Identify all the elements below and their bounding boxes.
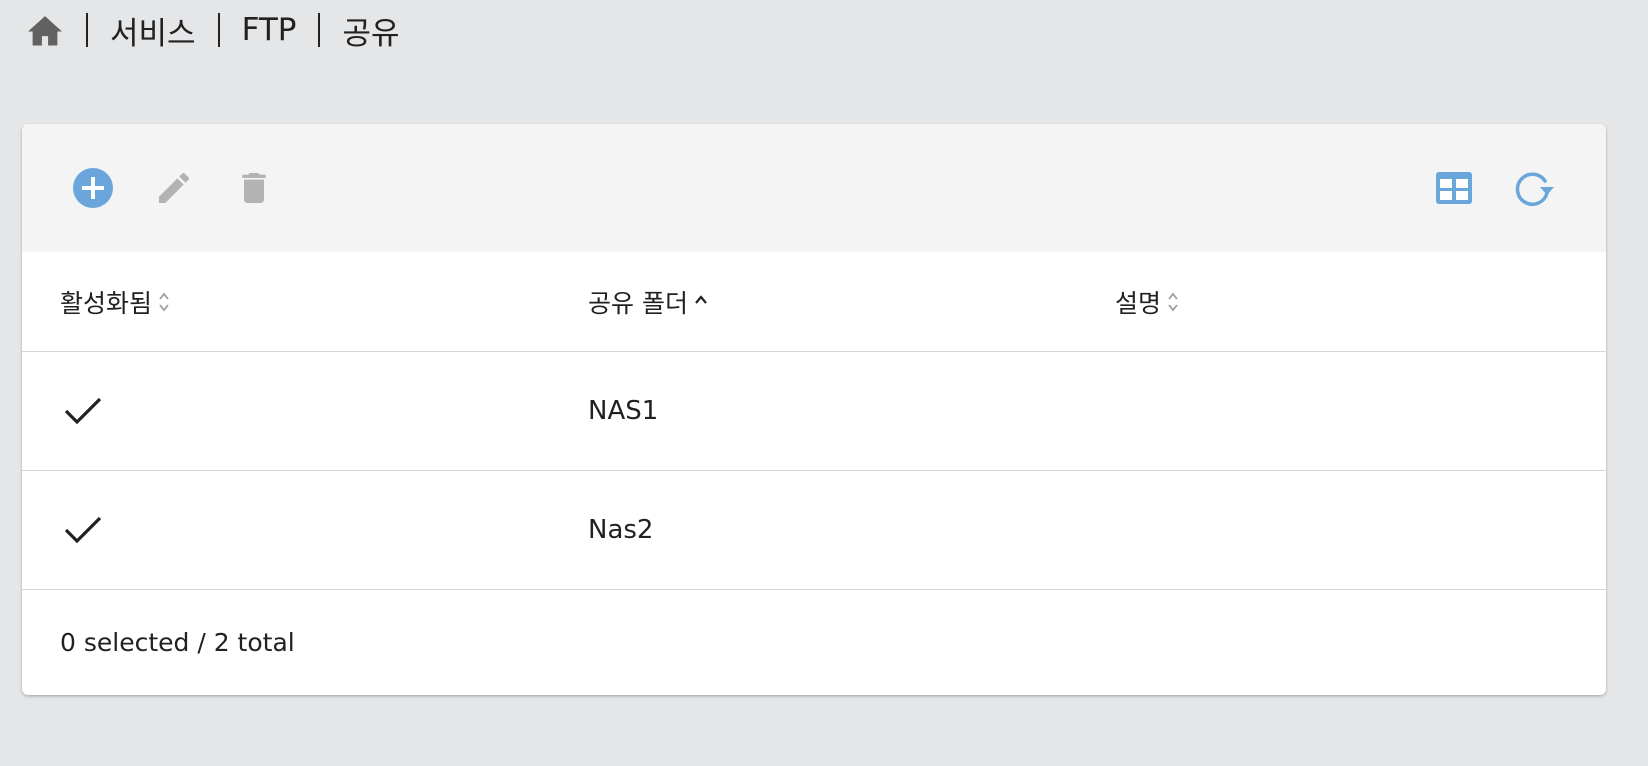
table-toolbar xyxy=(22,124,1606,252)
columns-button[interactable] xyxy=(1430,164,1478,212)
sort-ascending-icon xyxy=(694,289,708,315)
enabled-cell xyxy=(64,352,102,470)
delete-button[interactable] xyxy=(230,164,278,212)
table-footer: 0 selected / 2 total xyxy=(22,590,1606,694)
shares-table-card: 활성화됨 공유 폴더 설명 NAS1 Nas2 0 selected / 2 t… xyxy=(22,124,1606,695)
shared-folder-cell: NAS1 xyxy=(588,396,659,426)
column-header-enabled[interactable]: 활성화됨 xyxy=(60,252,170,351)
breadcrumb-separator xyxy=(318,13,321,47)
breadcrumb-item-shares[interactable]: 공유 xyxy=(342,8,399,53)
home-icon[interactable] xyxy=(26,11,64,49)
plus-circle-icon xyxy=(73,168,113,208)
sort-unsorted-icon xyxy=(158,289,170,315)
enabled-cell xyxy=(64,471,102,589)
column-header-label: 공유 폴더 xyxy=(588,288,688,318)
column-header-label: 활성화됨 xyxy=(60,288,153,318)
column-header-label: 설명 xyxy=(1115,288,1162,318)
refresh-button[interactable] xyxy=(1510,164,1558,212)
column-header-shared-folder[interactable]: 공유 폴더 xyxy=(588,252,708,351)
add-button[interactable] xyxy=(69,164,117,212)
breadcrumb: 서비스 FTP 공유 xyxy=(26,8,400,52)
column-header-description[interactable]: 설명 xyxy=(1115,252,1179,351)
refresh-icon xyxy=(1515,172,1554,206)
table-header: 활성화됨 공유 폴더 설명 xyxy=(22,252,1606,352)
breadcrumb-item-services[interactable]: 서비스 xyxy=(110,8,196,53)
table-row[interactable]: Nas2 xyxy=(22,471,1606,590)
checkmark-icon xyxy=(64,516,102,544)
trash-icon xyxy=(242,173,266,203)
sort-unsorted-icon xyxy=(1167,289,1179,315)
table-columns-icon xyxy=(1436,172,1472,204)
table-row[interactable]: NAS1 xyxy=(22,352,1606,471)
breadcrumb-separator xyxy=(217,13,220,47)
breadcrumb-item-ftp[interactable]: FTP xyxy=(242,12,297,48)
edit-button[interactable] xyxy=(150,164,198,212)
selection-status: 0 selected / 2 total xyxy=(60,627,295,657)
breadcrumb-separator xyxy=(86,13,88,47)
checkmark-icon xyxy=(64,397,102,425)
shared-folder-cell: Nas2 xyxy=(588,515,654,545)
pencil-icon xyxy=(159,172,190,203)
